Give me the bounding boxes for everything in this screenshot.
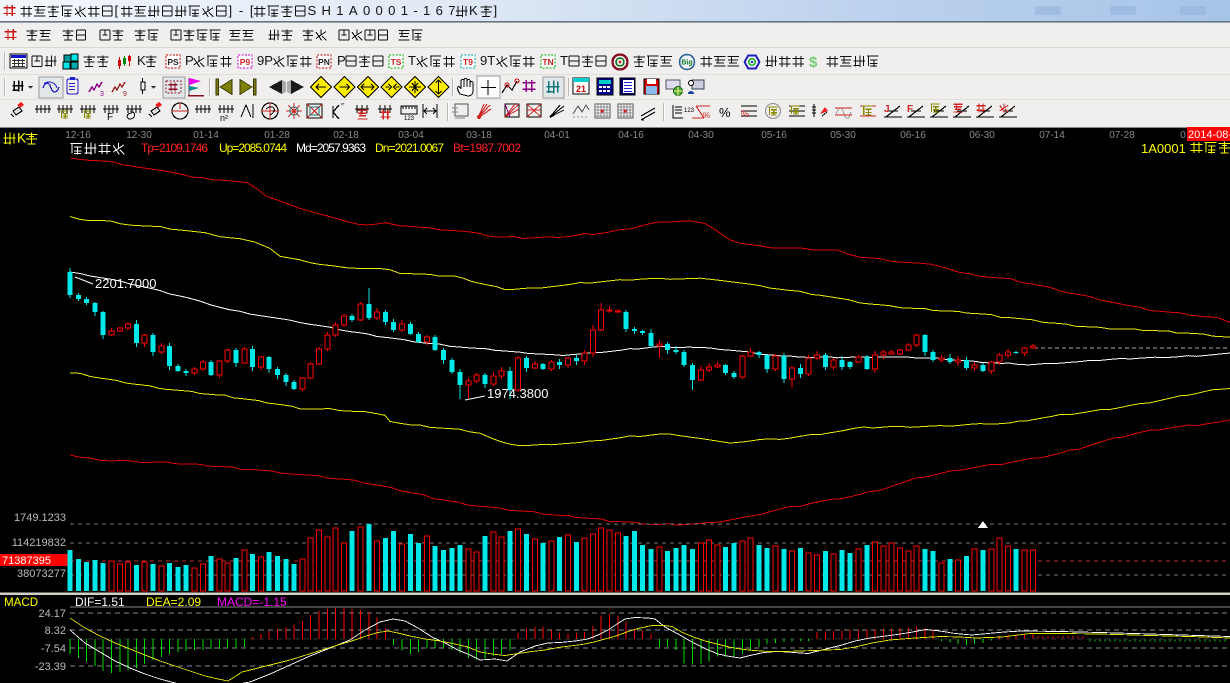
svg-text:T: T [408,53,416,68]
svg-text:1974.3800: 1974.3800 [487,386,548,401]
svg-text:07-28: 07-28 [1109,130,1135,141]
svg-text:01-28: 01-28 [264,130,290,141]
svg-text:12-16: 12-16 [65,130,91,141]
svg-text:MACD: MACD [4,596,38,609]
svg-text:J: J [884,104,890,115]
svg-text:P: P [185,53,194,68]
svg-text:03-18: 03-18 [466,130,492,141]
svg-text:71387395: 71387395 [2,555,51,567]
svg-text:0: 0 [1180,130,1186,141]
svg-text:PN: PN [318,57,330,67]
svg-text:3: 3 [100,91,104,98]
svg-text:8.32: 8.32 [45,625,66,637]
svg-text:05-30: 05-30 [830,130,856,141]
svg-text:2201.7000: 2201.7000 [95,276,156,291]
svg-text:Up=2085.0744: Up=2085.0744 [219,141,287,155]
svg-text:07-14: 07-14 [1039,130,1065,141]
svg-text:-7.54: -7.54 [41,643,66,655]
svg-text:9P: 9P [257,53,273,68]
svg-text:123: 123 [404,116,415,122]
svg-text:F: F [907,104,913,115]
svg-text:K: K [469,3,478,18]
svg-text:38073277: 38073277 [17,568,66,580]
svg-text:[: [ [115,3,119,18]
svg-text:]: ] [494,3,498,18]
svg-text:%: % [703,111,710,120]
svg-text:P9: P9 [240,57,251,67]
svg-text:Big: Big [681,60,692,67]
svg-text:114219832: 114219832 [12,537,66,549]
svg-text:1A0001: 1A0001 [1141,141,1186,156]
svg-text:Md=2057.9363: Md=2057.9363 [296,141,366,155]
svg-text:%: % [741,109,749,119]
svg-text:02-18: 02-18 [333,130,359,141]
svg-text:06-30: 06-30 [969,130,995,141]
svg-text:P: P [337,53,346,68]
svg-text:04-01: 04-01 [544,130,570,141]
svg-text:2014-08-2: 2014-08-2 [1188,129,1230,141]
svg-text:01-14: 01-14 [193,130,219,141]
svg-text:04-16: 04-16 [618,130,644,141]
svg-text:06-16: 06-16 [900,130,926,141]
svg-text:9: 9 [123,91,127,98]
svg-text:K: K [17,131,26,146]
svg-text:Dn=2021.0067: Dn=2021.0067 [375,141,444,155]
svg-text:-23.39: -23.39 [35,661,66,673]
svg-text:Tp=2109.1746: Tp=2109.1746 [141,141,208,155]
svg-text:24.17: 24.17 [38,608,66,620]
svg-text:1749.1233: 1749.1233 [14,512,66,524]
svg-text:03-04: 03-04 [398,130,424,141]
svg-text:05-16: 05-16 [761,130,787,141]
svg-text:12-30: 12-30 [126,130,152,141]
svg-text:TS: TS [391,57,402,67]
svg-text:21: 21 [576,84,586,94]
svg-text:K: K [137,53,146,68]
svg-text:F: F [107,112,113,123]
svg-text:TN: TN [542,57,553,67]
svg-text:Bt=1987.7002: Bt=1987.7002 [453,141,521,155]
svg-text:″: ″ [341,102,344,111]
svg-text:04-30: 04-30 [688,130,714,141]
svg-text:9T: 9T [480,53,495,68]
svg-text:$: $ [809,54,818,71]
svg-text:T: T [560,53,568,68]
svg-text:123: 123 [684,108,695,114]
svg-text:%: % [719,105,731,120]
svg-text:n²: n² [220,113,228,123]
svg-text:T9: T9 [463,57,473,67]
svg-text:PS: PS [167,57,179,67]
